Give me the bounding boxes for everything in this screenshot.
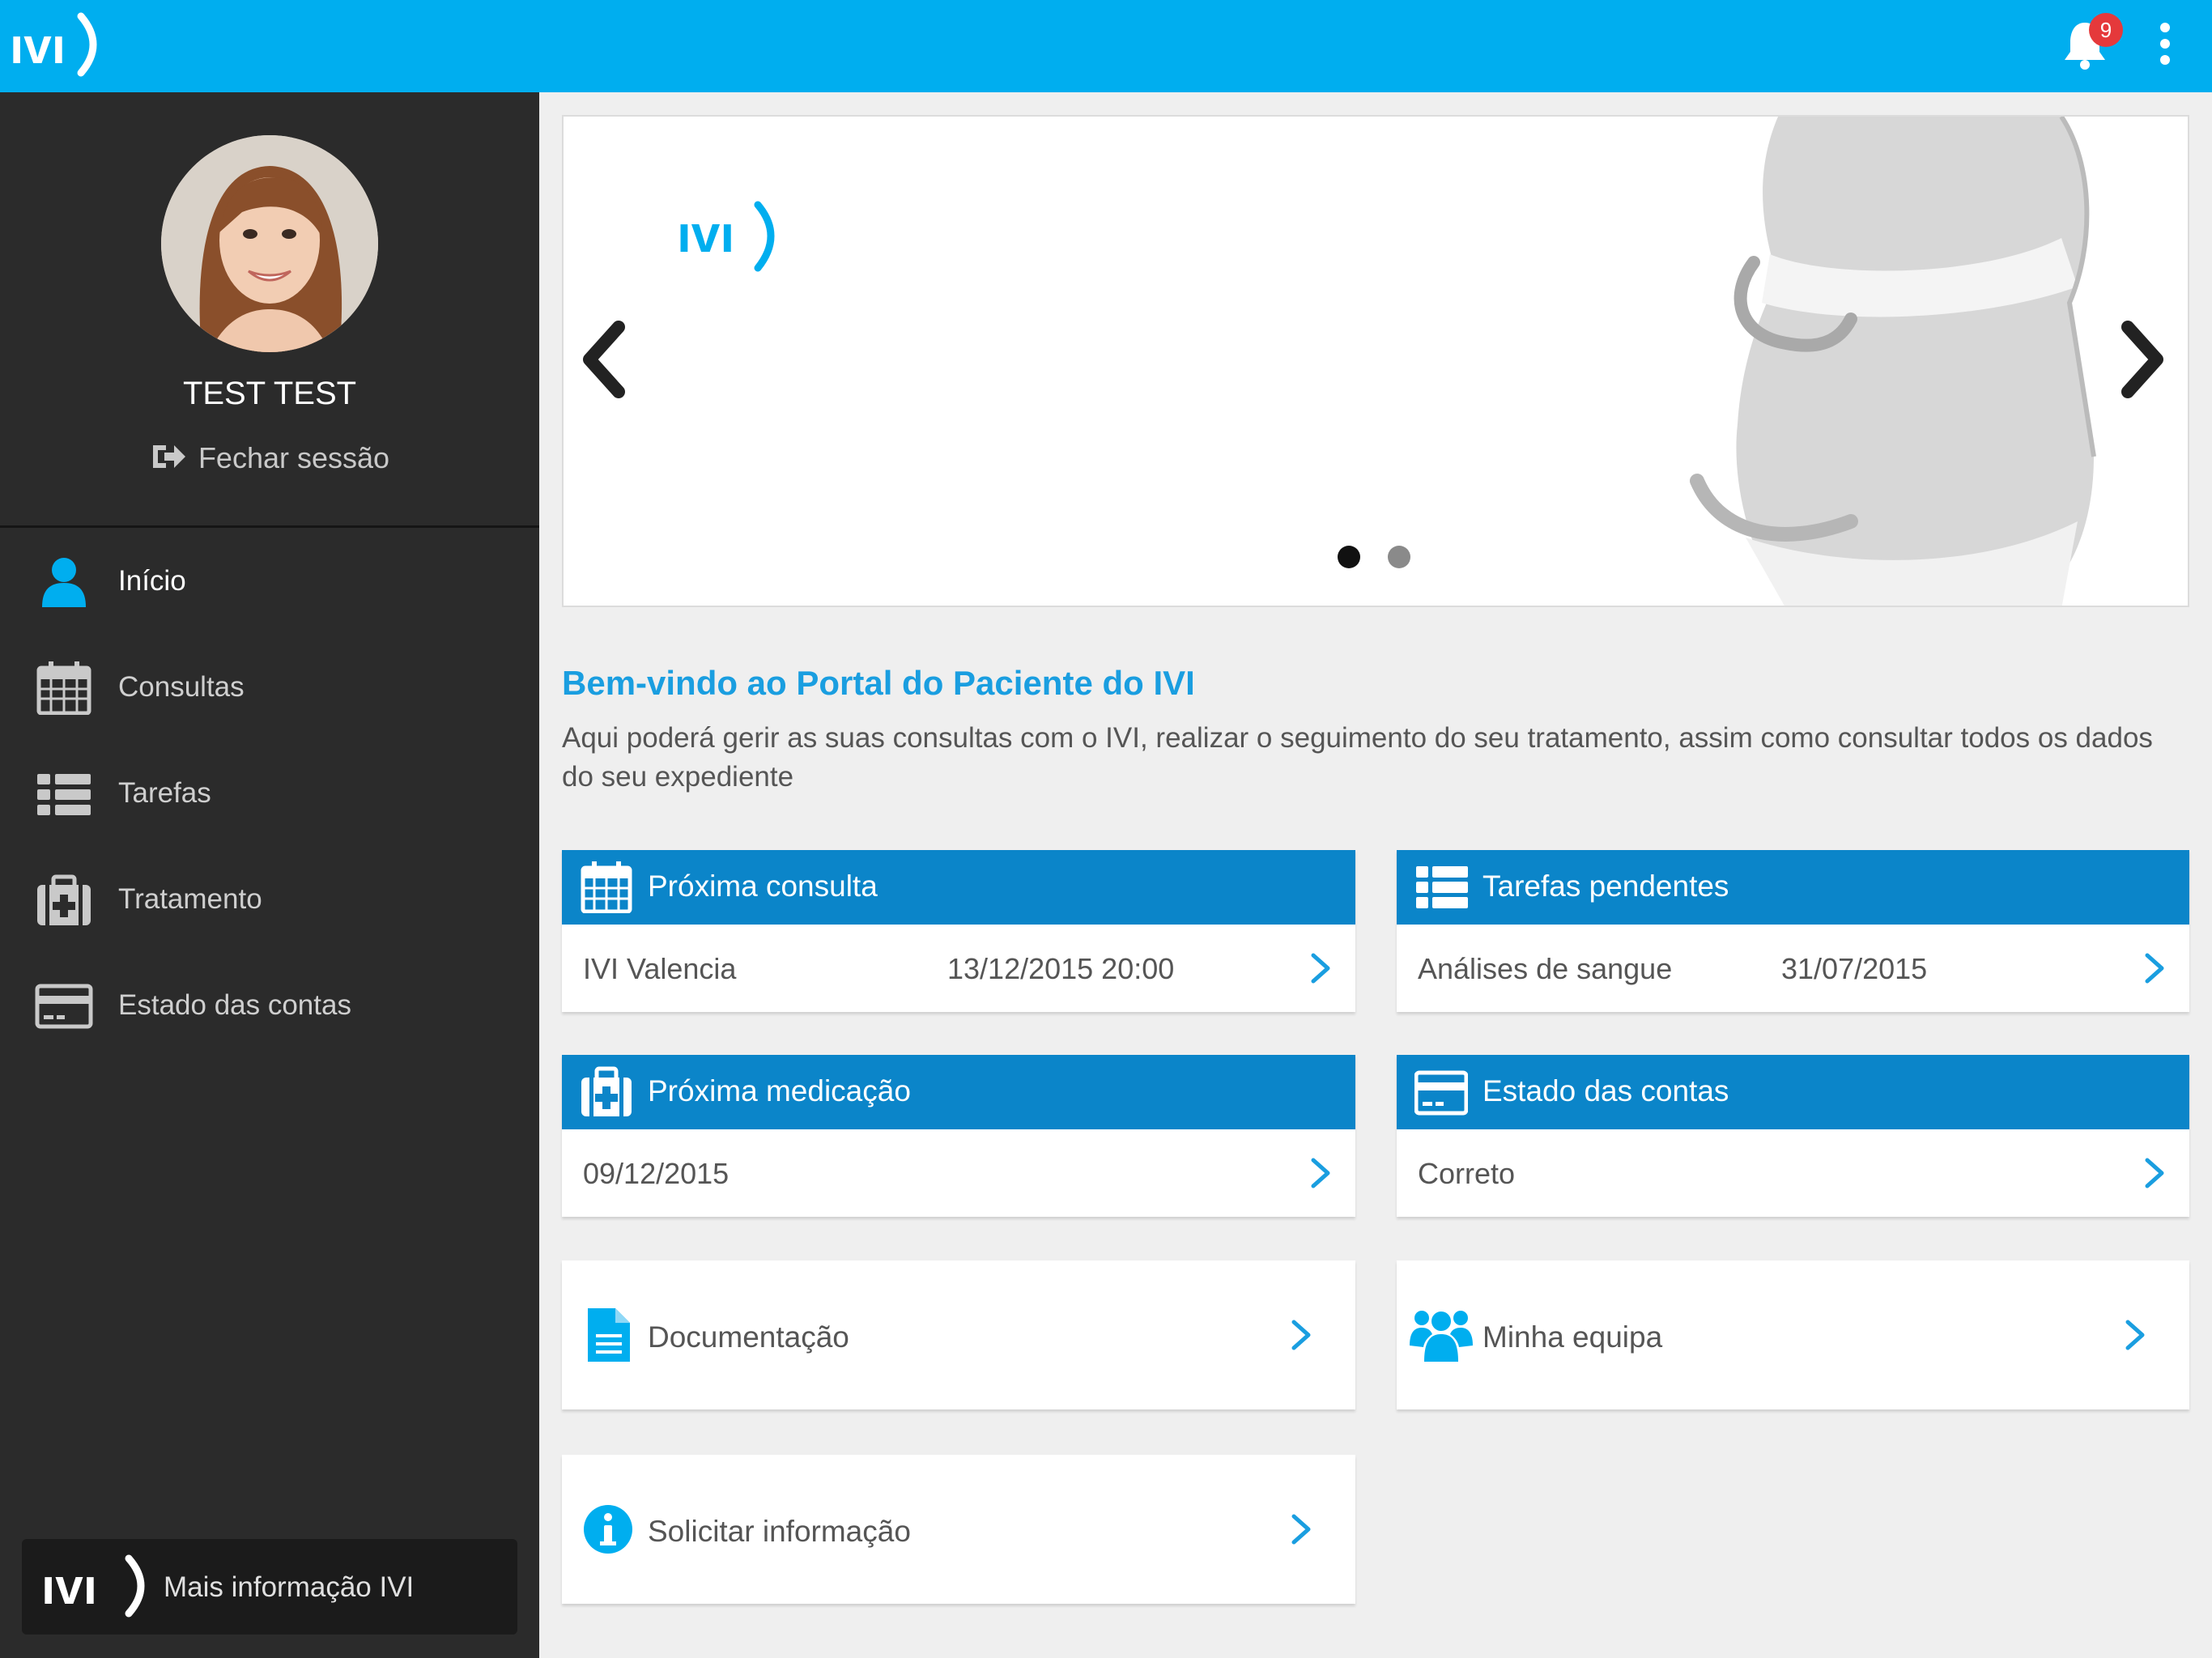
task-name: Análises de sangue: [1418, 952, 1673, 985]
credit-card-icon: [1414, 1070, 1468, 1116]
sidebar-item-label: Estado das contas: [118, 989, 351, 1021]
svg-text:ıvı: ıvı: [10, 19, 66, 74]
sidebar-item-estado-contas[interactable]: Estado das contas: [0, 954, 539, 1060]
carousel-dot-1[interactable]: [1338, 546, 1360, 568]
card-title: Tarefas pendentes: [1482, 869, 1729, 903]
kebab-menu-icon[interactable]: [2154, 18, 2176, 74]
list-icon: [1416, 866, 1468, 908]
sidebar-item-tarefas[interactable]: Tarefas: [0, 742, 539, 848]
chevron-right-icon[interactable]: [1308, 1155, 1333, 1191]
list-icon: [37, 774, 91, 815]
svg-text:ıvı: ıvı: [41, 1559, 97, 1615]
card-title: Documentação: [648, 1320, 849, 1354]
account-status-value: Correto: [1418, 1157, 1516, 1190]
card-header: Tarefas pendentes: [1397, 850, 2189, 925]
calendar-icon: [581, 861, 632, 913]
carousel-dot-2[interactable]: [1388, 546, 1410, 568]
medication-date: 09/12/2015: [583, 1157, 730, 1190]
medkit-icon: [37, 874, 91, 925]
banner-photo: [1640, 117, 2188, 606]
sidebar: TEST TEST Fechar sessão Início Consultas…: [0, 92, 539, 1658]
documentation-card[interactable]: Documentação: [562, 1261, 1355, 1409]
card-title: Estado das contas: [1482, 1074, 1729, 1107]
next-medication-card[interactable]: Próxima medicação 09/12/2015: [562, 1055, 1355, 1217]
chevron-right-icon[interactable]: [1289, 1317, 1313, 1353]
card-body: Correto: [1397, 1129, 2189, 1217]
welcome-title: Bem-vindo ao Portal do Paciente do IVI: [562, 664, 1195, 702]
carousel-next-arrow[interactable]: [2110, 315, 2175, 404]
sidebar-item-tratamento[interactable]: Tratamento: [0, 848, 539, 954]
chevron-right-icon[interactable]: [2142, 1155, 2167, 1191]
card-title: Próxima consulta: [648, 869, 878, 903]
medkit-icon: [581, 1066, 632, 1116]
sidebar-item-label: Tarefas: [118, 777, 211, 809]
sidebar-item-inicio[interactable]: Início: [0, 529, 539, 636]
sidebar-item-label: Início: [118, 565, 186, 597]
user-name: TEST TEST: [182, 376, 357, 411]
sidebar-item-label: Tratamento: [118, 883, 262, 915]
chevron-right-icon[interactable]: [1308, 950, 1333, 986]
sidebar-item-consultas[interactable]: Consultas: [0, 636, 539, 742]
chevron-right-icon[interactable]: [2123, 1317, 2147, 1353]
logout-label: Fechar sessão: [198, 441, 390, 474]
chevron-right-icon[interactable]: [2142, 950, 2167, 986]
ivi-logo: ıvı: [41, 1554, 145, 1618]
carousel-prev-arrow[interactable]: [572, 315, 636, 404]
ivi-logo: ıvı: [677, 201, 775, 272]
notification-badge[interactable]: 9: [2089, 13, 2123, 47]
card-body: IVI Valencia 13/12/2015 20:00: [562, 925, 1355, 1012]
request-info-card[interactable]: Solicitar informação: [562, 1455, 1355, 1604]
team-icon: [1410, 1311, 1473, 1362]
more-info-button[interactable]: ıvı Mais informação IVI: [22, 1539, 517, 1635]
sidebar-nav: Início Consultas Tarefas Tratamento Esta…: [0, 529, 539, 1060]
card-title: Minha equipa: [1482, 1320, 1663, 1354]
appointment-place: IVI Valencia: [583, 952, 737, 985]
pending-tasks-card[interactable]: Tarefas pendentes Análises de sangue 31/…: [1397, 850, 2189, 1012]
my-team-card[interactable]: Minha equipa: [1397, 1261, 2189, 1409]
logout-icon: [152, 445, 185, 468]
card-header: Próxima medicação: [562, 1055, 1355, 1129]
account-status-card[interactable]: Estado das contas Correto: [1397, 1055, 2189, 1217]
credit-card-icon: [35, 984, 93, 1029]
avatar[interactable]: [161, 135, 378, 352]
card-header: Estado das contas: [1397, 1055, 2189, 1129]
card-title: Solicitar informação: [648, 1515, 911, 1548]
info-icon: [584, 1505, 632, 1554]
card-title: Próxima medicação: [648, 1074, 911, 1107]
more-info-label: Mais informação IVI: [164, 1571, 415, 1603]
sidebar-item-label: Consultas: [118, 671, 245, 703]
user-icon: [42, 558, 86, 607]
card-header: Próxima consulta: [562, 850, 1355, 925]
next-appointment-card[interactable]: Próxima consulta IVI Valencia 13/12/2015…: [562, 850, 1355, 1012]
svg-text:ıvı: ıvı: [677, 205, 734, 263]
ivi-logo[interactable]: ıvı: [10, 8, 103, 81]
profile-panel: TEST TEST Fechar sessão: [0, 92, 539, 528]
task-date: 31/07/2015: [1781, 952, 1928, 985]
top-bar: ıvı 9: [0, 0, 2212, 92]
chevron-right-icon[interactable]: [1289, 1511, 1313, 1547]
document-icon: [588, 1308, 630, 1362]
banner-carousel: ıvı: [562, 115, 2189, 607]
logout-button[interactable]: Fechar sessão: [0, 440, 539, 475]
card-body: 09/12/2015: [562, 1129, 1355, 1217]
calendar-icon: [36, 661, 91, 715]
welcome-text: Aqui poderá gerir as suas consultas com …: [562, 722, 2153, 793]
appointment-datetime: 13/12/2015 20:00: [947, 952, 1175, 985]
card-body: Análises de sangue 31/07/2015: [1397, 925, 2189, 1012]
